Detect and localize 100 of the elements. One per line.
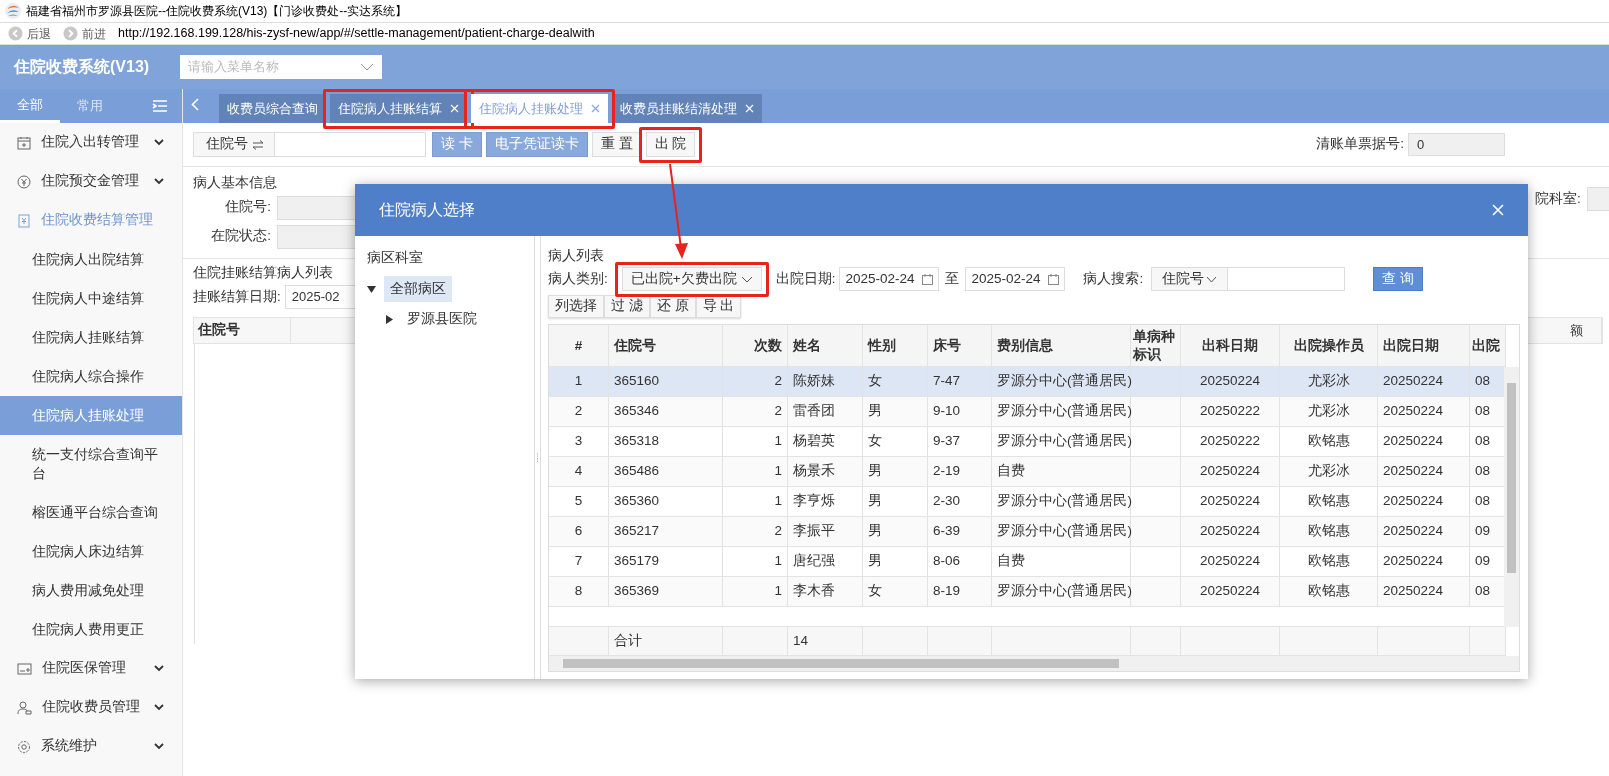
table-cell: 5 (549, 487, 609, 516)
back-button[interactable]: 后退 (4, 24, 55, 43)
table-cell: 男 (863, 397, 928, 426)
caret-right-icon[interactable] (386, 314, 393, 324)
sidebar-menu-item[interactable]: 住院医保管理 (0, 649, 182, 688)
table-cell: 1 (723, 577, 788, 606)
search-input[interactable]: 请输入菜单名称 (188, 57, 338, 77)
close-icon[interactable] (591, 104, 600, 113)
annotation-box (638, 127, 703, 163)
patient-search-field[interactable]: 住院号 (1151, 267, 1346, 291)
horizontal-scrollbar[interactable] (549, 656, 1519, 671)
column-header[interactable]: # (549, 325, 609, 366)
table-cell: 欧铭惠 (1280, 577, 1378, 606)
address-bar[interactable]: http://192.168.199.128/his-zysf-new/app/#/settle-management/patient-charge-dealwith (118, 24, 595, 43)
column-header[interactable]: 出科日期 (1181, 325, 1280, 366)
table-cell: 365160 (609, 367, 723, 396)
toolbar-button[interactable]: 出 院 (645, 132, 696, 157)
window-title: 福建省福州市罗源县医院--住院收费系统(V13)【门诊收费处--实达系统】 (26, 3, 408, 20)
sidebar-submenu-item[interactable]: 住院病人挂账结算 (0, 318, 182, 357)
action-button[interactable]: 过 滤 (604, 295, 650, 318)
chevron-left-icon[interactable] (191, 98, 199, 111)
table-cell: 20250222 (1181, 397, 1280, 426)
table-cell: 9-10 (928, 397, 992, 426)
sidebar-submenu-item[interactable]: 住院病人出院结算 (0, 240, 182, 279)
table-cell: 男 (863, 517, 928, 546)
calendar-icon[interactable] (1048, 273, 1060, 285)
column-header[interactable]: 费别信息 (992, 325, 1131, 366)
table-cell: 8-19 (928, 577, 992, 606)
table-cell: 男 (863, 457, 928, 486)
column-header[interactable]: 出院操作员 (1280, 325, 1378, 366)
calendar-icon[interactable] (922, 273, 934, 285)
chevron-down-icon (154, 665, 164, 672)
column-header[interactable]: 单病种标识 (1131, 325, 1181, 366)
column-header[interactable]: 住院号 (609, 325, 723, 366)
table-cell: 20250224 (1378, 517, 1470, 546)
sidebar-menu-item[interactable]: 系统维护 (0, 727, 182, 766)
table-row[interactable]: 6 365217 2 李振平 男 6-39 罗源分中心(普通居民) 20250224 欧铭惠 20250224 09 (549, 517, 1506, 547)
table-cell: 365369 (609, 577, 723, 606)
tree-node[interactable]: 罗源县医院 (401, 305, 483, 333)
toolbar-button[interactable]: 重 置 (591, 132, 642, 157)
sidebar-submenu-item[interactable]: 住院病人中途结算 (0, 279, 182, 318)
table-cell: 20250222 (1181, 427, 1280, 456)
sidebar-menu-item[interactable]: 住院收费员管理 (0, 688, 182, 727)
field-label: 至 (945, 269, 960, 288)
table-row[interactable]: 2 365346 2 雷香团 男 9-10 罗源分中心(普通居民) 20250222 尤彩冰 20250224 08 (549, 397, 1506, 427)
tab[interactable]: 收费员综合查询 (219, 94, 326, 123)
patient-type-dropdown[interactable]: 已出院+欠费出院 (621, 267, 762, 291)
table-cell: 3 (549, 427, 609, 456)
caret-down-icon[interactable] (367, 285, 376, 293)
menu-search-field[interactable]: 请输入菜单名称 (180, 55, 382, 79)
inpatient-number-field[interactable]: 住院号 (193, 132, 426, 157)
table-row[interactable]: 3 365318 1 杨碧英 女 9-37 罗源分中心(普通居民) 20250222 欧铭惠 20250224 08 (549, 427, 1506, 457)
date-field[interactable]: 2025-02-24 (965, 267, 1066, 291)
table-cell: 罗源分中心(普通居民) (992, 397, 1131, 426)
forward-button[interactable]: 前进 (59, 24, 110, 43)
table-cell: 365318 (609, 427, 723, 456)
table-row[interactable]: 5 365360 1 李亨烁 男 2-30 罗源分中心(普通居民) 20250224 欧铭惠 20250224 08 (549, 487, 1506, 517)
sidebar-submenu-item[interactable]: 住院病人床边结算 (0, 532, 182, 571)
sidebar-submenu-item[interactable]: 统一支付综合查询平台 (0, 435, 182, 493)
sidebar-menu-item[interactable]: 住院预交金管理 (0, 162, 182, 201)
gear-icon (17, 739, 31, 754)
date-field[interactable]: 2025-02-24 (839, 267, 940, 291)
tree-node[interactable]: 全部病区 (384, 275, 452, 303)
column-header[interactable]: 出院 (1470, 325, 1506, 366)
table-cell: 罗源分中心(普通居民) (992, 487, 1131, 516)
sidebar-menu-item[interactable]: 住院入出转管理 (0, 123, 182, 162)
table-cell: 4 (549, 457, 609, 486)
chevron-down-icon (1206, 275, 1218, 283)
sidebar-submenu-item[interactable]: 住院病人费用更正 (0, 610, 182, 649)
tab[interactable]: 住院病人挂账结算 (330, 94, 467, 123)
table-cell: 罗源分中心(普通居民) (992, 427, 1131, 456)
tab[interactable]: 收费员挂账结清处理 (612, 94, 762, 123)
sidebar-submenu-item[interactable]: 住院病人综合操作 (0, 357, 182, 396)
column-header[interactable]: 床号 (928, 325, 992, 366)
table-row[interactable]: 8 365369 1 李木香 女 8-19 罗源分中心(普通居民) 20250224 欧铭惠 20250224 08 (549, 577, 1506, 607)
swap-icon[interactable] (252, 139, 264, 150)
table-cell: 365179 (609, 547, 723, 576)
column-header[interactable]: 性别 (863, 325, 928, 366)
table-cell: 欧铭惠 (1280, 547, 1378, 576)
table-row[interactable]: 4 365486 1 杨景禾 男 2-19 自费 20250224 尤彩冰 20250224 08 (549, 457, 1506, 487)
field-label: 清账单票据号: (1316, 135, 1404, 154)
field-label: 住院号: (225, 198, 271, 217)
sidebar-submenu-item[interactable]: 榕医通平台综合查询 (0, 493, 182, 532)
table-cell: 20250224 (1181, 457, 1280, 486)
panel-title: 病区科室 (367, 249, 424, 267)
sidebar-submenu-item[interactable]: 病人费用减免处理 (0, 571, 182, 610)
column-header[interactable]: 姓名 (788, 325, 863, 366)
table-row[interactable]: 7 365179 1 唐纪强 男 8-06 自费 20250224 欧铭惠 20250224 09 (549, 547, 1506, 577)
table-cell: 欧铭惠 (1280, 427, 1378, 456)
action-button[interactable]: 列选择 (548, 295, 604, 318)
table-cell: 杨景禾 (788, 457, 863, 486)
splitter-handle-icon[interactable] (536, 452, 539, 463)
field-label: 挂账结算日期: (193, 287, 281, 306)
column-header[interactable]: 出院日期 (1378, 325, 1470, 366)
vertical-scrollbar[interactable] (1504, 367, 1519, 627)
menu-icon[interactable] (152, 99, 168, 113)
table-cell: 20250224 (1181, 547, 1280, 576)
table-row[interactable]: 1 365160 2 陈娇妹 女 7-47 罗源分中心(普通居民) 20250224 尤彩冰 20250224 08 (549, 367, 1506, 397)
column-header[interactable]: 次数 (723, 325, 788, 366)
table-cell: 8-06 (928, 547, 992, 576)
